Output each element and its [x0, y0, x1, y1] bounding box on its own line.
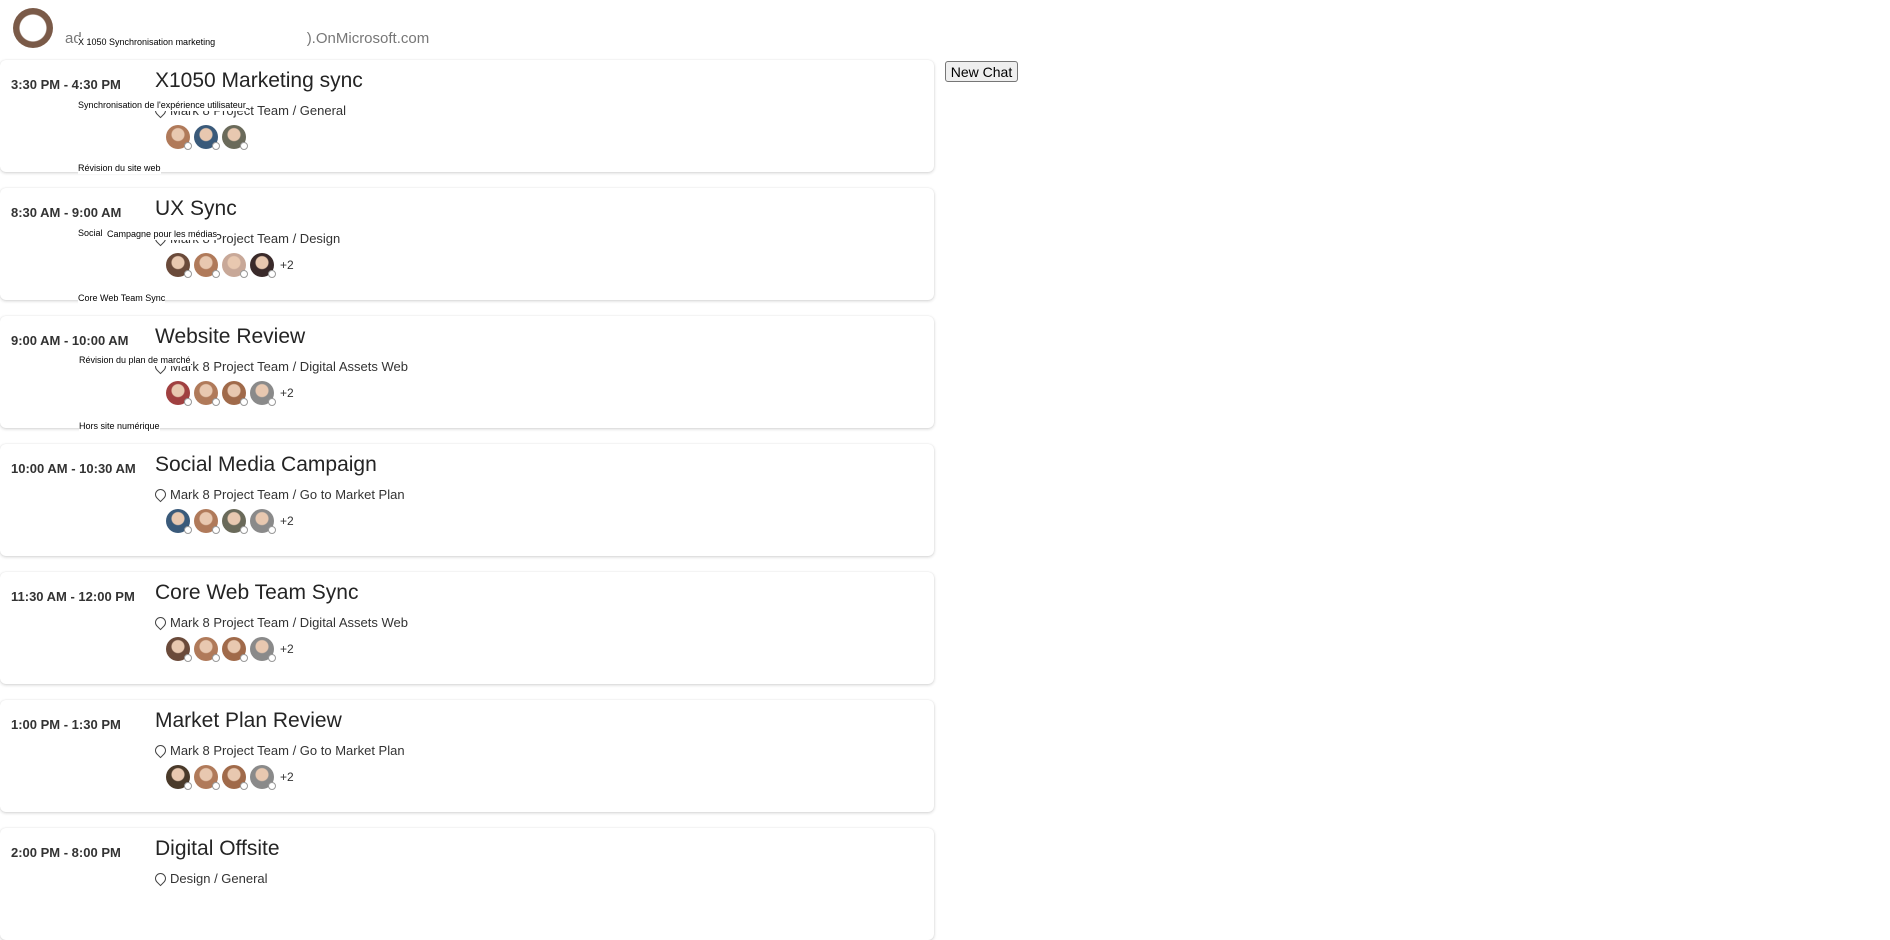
meeting-title[interactable]: Digital Offsite [155, 837, 280, 861]
more-attendees-count[interactable]: +2 [280, 386, 294, 400]
attendee-avatar[interactable] [250, 765, 276, 790]
meeting-title[interactable]: Core Web Team Sync [155, 581, 358, 605]
attendees [166, 125, 252, 150]
attendee-avatar[interactable] [222, 125, 248, 150]
meeting-location: Mark 8 Project Team / Digital Assets Web [152, 358, 408, 375]
attendees: +2 [166, 637, 294, 662]
meeting-time: 3:30 PM - 4:30 PM [11, 77, 121, 92]
meeting-location: Design / General [152, 870, 268, 887]
overlay-label: Campagne pour les médias [107, 229, 218, 240]
more-attendees-count[interactable]: +2 [280, 514, 294, 528]
location-pin-icon [152, 614, 169, 631]
attendee-avatar[interactable] [222, 765, 248, 790]
attendee-avatar[interactable] [194, 381, 220, 406]
location-pin-icon [152, 486, 169, 503]
location-text: Mark 8 Project Team / Digital Assets Web [170, 615, 408, 630]
attendee-avatar[interactable] [194, 765, 220, 790]
attendee-avatar[interactable] [250, 381, 276, 406]
meeting-time: 10:00 AM - 10:30 AM [11, 461, 136, 476]
meeting-card[interactable]: 1:00 PM - 1:30 PM Market Plan Review Mar… [0, 700, 934, 812]
meeting-time: 11:30 AM - 12:00 PM [11, 589, 135, 604]
location-text: Design / General [170, 871, 268, 886]
attendee-avatar[interactable] [222, 381, 248, 406]
attendee-avatar[interactable] [250, 253, 276, 278]
user-avatar[interactable] [13, 8, 53, 48]
overlay-label: Social [78, 228, 103, 239]
meeting-location: Mark 8 Project Team / Go to Market Plan [152, 486, 405, 503]
more-attendees-count[interactable]: +2 [280, 770, 294, 784]
meeting-time: 8:30 AM - 9:00 AM [11, 205, 122, 220]
new-chat-button[interactable]: New Chat [945, 61, 1018, 82]
attendee-avatar[interactable] [166, 125, 192, 150]
meeting-time: 9:00 AM - 10:00 AM [11, 333, 129, 348]
attendees: +2 [166, 381, 294, 406]
attendee-avatar[interactable] [222, 637, 248, 662]
overlay-label: Révision du plan de marché [79, 355, 191, 366]
overlay-label: X 1050 Synchronisation marketing [78, 37, 216, 48]
meeting-card[interactable]: 10:00 AM - 10:30 AM Social Media Campaig… [0, 444, 934, 556]
attendees: +2 [166, 253, 294, 278]
attendee-avatar[interactable] [166, 509, 192, 534]
meeting-location: Mark 8 Project Team / Go to Market Plan [152, 742, 405, 759]
attendee-avatar[interactable] [222, 509, 248, 534]
location-text: Mark 8 Project Team / Go to Market Plan [170, 743, 405, 758]
meeting-card[interactable]: 8:30 AM - 9:00 AM UX Sync Mark 8 Project… [0, 188, 934, 300]
attendee-avatar[interactable] [194, 125, 220, 150]
location-text: Mark 8 Project Team / Go to Market Plan [170, 487, 405, 502]
meeting-title[interactable]: Market Plan Review [155, 709, 342, 733]
meeting-title[interactable]: UX Sync [155, 197, 237, 221]
meeting-location: Mark 8 Project Team / Digital Assets Web [152, 614, 408, 631]
meeting-card[interactable]: 2:00 PM - 8:00 PM Digital Offsite Design… [0, 828, 934, 940]
attendee-avatar[interactable] [194, 509, 220, 534]
attendee-avatar[interactable] [166, 637, 192, 662]
meeting-card[interactable]: 3:30 PM - 4:30 PM X1050 Marketing sync M… [0, 60, 934, 172]
location-text: Mark 8 Project Team / Digital Assets Web [170, 359, 408, 374]
more-attendees-count[interactable]: +2 [280, 642, 294, 656]
attendee-avatar[interactable] [222, 253, 248, 278]
attendee-avatar[interactable] [166, 765, 192, 790]
attendee-avatar[interactable] [166, 381, 192, 406]
attendees: +2 [166, 765, 294, 790]
attendee-avatar[interactable] [194, 637, 220, 662]
overlay-label: Core Web Team Sync [78, 293, 166, 304]
attendee-avatar[interactable] [250, 637, 276, 662]
attendee-avatar[interactable] [250, 509, 276, 534]
meeting-card[interactable]: 11:30 AM - 12:00 PM Core Web Team Sync M… [0, 572, 934, 684]
more-attendees-count[interactable]: +2 [280, 258, 294, 272]
overlay-label: Hors site numérique [79, 421, 160, 432]
location-pin-icon [152, 870, 169, 887]
meeting-title[interactable]: Social Media Campaign [155, 453, 377, 477]
attendees: +2 [166, 509, 294, 534]
meeting-card[interactable]: 9:00 AM - 10:00 AM Website Review Mark 8… [0, 316, 934, 428]
attendee-avatar[interactable] [166, 253, 192, 278]
meeting-title[interactable]: Website Review [155, 325, 305, 349]
meeting-time: 1:00 PM - 1:30 PM [11, 717, 121, 732]
attendee-avatar[interactable] [194, 253, 220, 278]
overlay-label: Révision du site web [78, 163, 161, 174]
meeting-title[interactable]: X1050 Marketing sync [155, 69, 363, 93]
overlay-label: Synchronisation de l'expérience utilisat… [78, 100, 246, 111]
location-pin-icon [152, 742, 169, 759]
meeting-time: 2:00 PM - 8:00 PM [11, 845, 121, 860]
